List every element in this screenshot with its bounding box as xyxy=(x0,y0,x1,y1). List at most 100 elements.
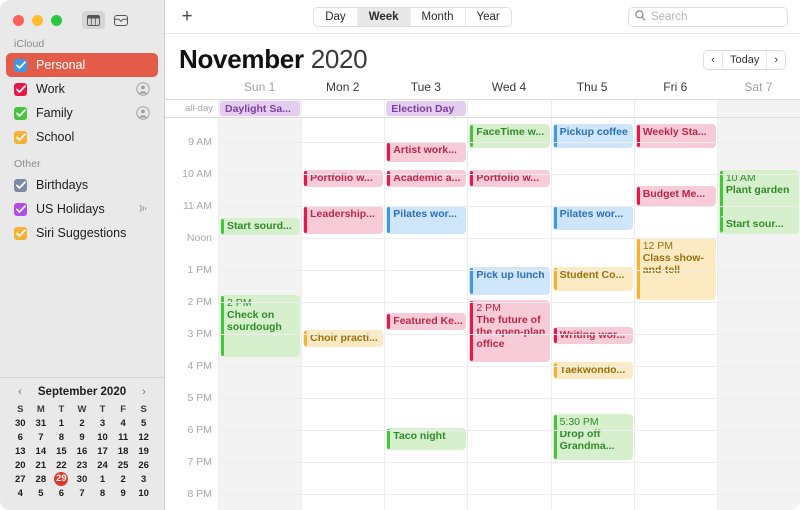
today-button[interactable]: Today xyxy=(723,51,768,69)
tab-year[interactable]: Year xyxy=(466,8,511,26)
day-header-6[interactable]: Sat 7 xyxy=(717,77,800,99)
day-header-2[interactable]: Tue 3 xyxy=(384,77,467,99)
calendar-event[interactable]: Featured Ke... xyxy=(386,313,467,330)
calendar-event[interactable]: Pick up lunch xyxy=(469,267,550,295)
mini-day-cell[interactable]: 1 xyxy=(51,416,72,430)
next-week-button[interactable]: › xyxy=(767,51,785,69)
all-day-cell[interactable]: Election Day xyxy=(384,100,467,117)
all-day-cell[interactable]: Daylight Sa... xyxy=(218,100,302,117)
mini-day-cell[interactable]: 7 xyxy=(72,486,93,500)
tab-day[interactable]: Day xyxy=(314,7,358,26)
mini-day-cell[interactable]: 22 xyxy=(51,458,72,472)
mini-day-cell[interactable]: 5 xyxy=(133,416,154,430)
mini-day-cell[interactable]: 20 xyxy=(10,458,31,472)
tab-month[interactable]: Month xyxy=(411,7,466,26)
mini-day-cell[interactable]: 2 xyxy=(72,416,93,430)
mini-day-cell[interactable]: 29 xyxy=(51,472,72,486)
mini-day-cell[interactable]: 11 xyxy=(113,430,134,444)
calendar-event[interactable]: Pilates wor... xyxy=(552,206,633,230)
mini-day-cell[interactable]: 8 xyxy=(51,430,72,444)
all-day-event[interactable]: Election Day xyxy=(386,101,467,116)
day-header-5[interactable]: Fri 6 xyxy=(634,77,717,99)
mini-day-cell[interactable]: 19 xyxy=(133,444,154,458)
calendar-event[interactable]: Budget Me... xyxy=(635,186,716,206)
mini-day-cell[interactable]: 4 xyxy=(113,416,134,430)
day-column-0[interactable]: Start sourd... 2 PM Check on sourdough xyxy=(218,118,302,510)
calendar-event[interactable]: Taekwondo... xyxy=(552,362,633,379)
all-day-cell[interactable] xyxy=(633,100,717,117)
mini-day-cell[interactable]: 10 xyxy=(133,486,154,500)
day-column-6[interactable]: 10 AM Plant garden Start sour... xyxy=(716,118,800,510)
mini-day-cell[interactable]: 2 xyxy=(113,472,134,486)
calendar-view-icon[interactable] xyxy=(82,11,105,29)
mini-day-cell[interactable]: 6 xyxy=(51,486,72,500)
mini-day-cell[interactable]: 7 xyxy=(31,430,52,444)
mini-day-cell[interactable]: 6 xyxy=(10,430,31,444)
mini-day-cell[interactable]: 24 xyxy=(92,458,113,472)
mini-day-cell[interactable]: 28 xyxy=(31,472,52,486)
checkbox-work[interactable] xyxy=(14,82,27,96)
sidebar-item-siri-suggestions[interactable]: Siri Suggestions xyxy=(6,221,158,245)
mini-day-cell[interactable]: 4 xyxy=(10,486,31,500)
sidebar-item-birthdays[interactable]: Birthdays xyxy=(6,173,158,197)
mini-day-cell[interactable]: 31 xyxy=(31,416,52,430)
mini-day-cell[interactable]: 5 xyxy=(31,486,52,500)
checkbox-us-holidays[interactable] xyxy=(14,202,27,216)
close-button[interactable] xyxy=(13,14,24,26)
calendar-event[interactable]: Start sour... xyxy=(718,216,799,233)
all-day-event[interactable]: Daylight Sa... xyxy=(220,101,301,116)
calendar-event[interactable]: 2 PM Check on sourdough xyxy=(220,295,301,357)
mini-day-cell[interactable]: 30 xyxy=(10,416,31,430)
inbox-icon[interactable] xyxy=(109,11,132,29)
day-header-0[interactable]: Sun 1 xyxy=(218,77,301,99)
checkbox-school[interactable] xyxy=(14,130,27,144)
mini-day-cell[interactable]: 21 xyxy=(31,458,52,472)
calendar-event[interactable]: Leadership... xyxy=(303,206,384,234)
mini-day-cell[interactable]: 13 xyxy=(10,444,31,458)
day-header-4[interactable]: Thu 5 xyxy=(551,77,634,99)
checkbox-siri-suggestions[interactable] xyxy=(14,226,27,240)
all-day-cell[interactable] xyxy=(301,100,384,117)
all-day-cell[interactable] xyxy=(550,100,634,117)
add-event-button[interactable]: + xyxy=(177,7,197,26)
search-field[interactable]: Search xyxy=(627,6,788,27)
day-column-4[interactable]: Pickup coffee Pilates wor... Student Co...… xyxy=(550,118,634,510)
minimize-button[interactable] xyxy=(32,14,43,26)
mini-day-cell[interactable]: 30 xyxy=(72,472,93,486)
sidebar-item-us-holidays[interactable]: US Holidays xyxy=(6,197,158,221)
zoom-button[interactable] xyxy=(51,14,62,26)
day-column-2[interactable]: Artist work... Academic a... Pilates wor..… xyxy=(384,118,467,510)
mini-day-cell[interactable]: 23 xyxy=(72,458,93,472)
all-day-cell[interactable] xyxy=(467,100,550,117)
mini-day-cell[interactable]: 3 xyxy=(92,416,113,430)
sidebar-item-personal[interactable]: Personal xyxy=(6,53,158,77)
calendar-event[interactable]: Start sourd... xyxy=(220,218,301,235)
calendar-event[interactable]: Taco night xyxy=(386,428,467,450)
mini-day-cell[interactable]: 15 xyxy=(51,444,72,458)
mini-day-cell[interactable]: 10 xyxy=(92,430,113,444)
calendar-event[interactable]: Pilates wor... xyxy=(386,206,467,234)
day-column-3[interactable]: FaceTime w... Portfolio w... Pick up lunch… xyxy=(467,118,550,510)
calendar-event[interactable]: Weekly Sta... xyxy=(635,124,716,148)
sidebar-item-work[interactable]: Work xyxy=(6,77,158,101)
calendar-event[interactable]: Pickup coffee xyxy=(552,124,633,148)
mini-day-cell[interactable]: 8 xyxy=(92,486,113,500)
checkbox-birthdays[interactable] xyxy=(14,178,27,192)
calendar-event[interactable]: FaceTime w... xyxy=(469,124,550,148)
calendar-event[interactable]: Portfolio w... xyxy=(469,170,550,187)
sidebar-item-family[interactable]: Family xyxy=(6,101,158,125)
tab-week[interactable]: Week xyxy=(357,7,411,26)
day-header-1[interactable]: Mon 2 xyxy=(301,77,384,99)
mini-day-cell[interactable]: 3 xyxy=(133,472,154,486)
mini-day-cell[interactable]: 16 xyxy=(72,444,93,458)
all-day-cell[interactable] xyxy=(716,100,800,117)
mini-day-cell[interactable]: 14 xyxy=(31,444,52,458)
mini-day-cell[interactable]: 25 xyxy=(113,458,134,472)
prev-week-button[interactable]: ‹ xyxy=(704,51,723,69)
calendar-event[interactable]: Portfolio w... xyxy=(303,170,384,187)
mini-prev-month-button[interactable]: ‹ xyxy=(14,386,26,398)
mini-day-cell[interactable]: 27 xyxy=(10,472,31,486)
mini-day-cell[interactable]: 26 xyxy=(133,458,154,472)
mini-next-month-button[interactable]: › xyxy=(138,386,150,398)
calendar-event[interactable]: 12 PM Class show-and-tell xyxy=(635,238,716,300)
